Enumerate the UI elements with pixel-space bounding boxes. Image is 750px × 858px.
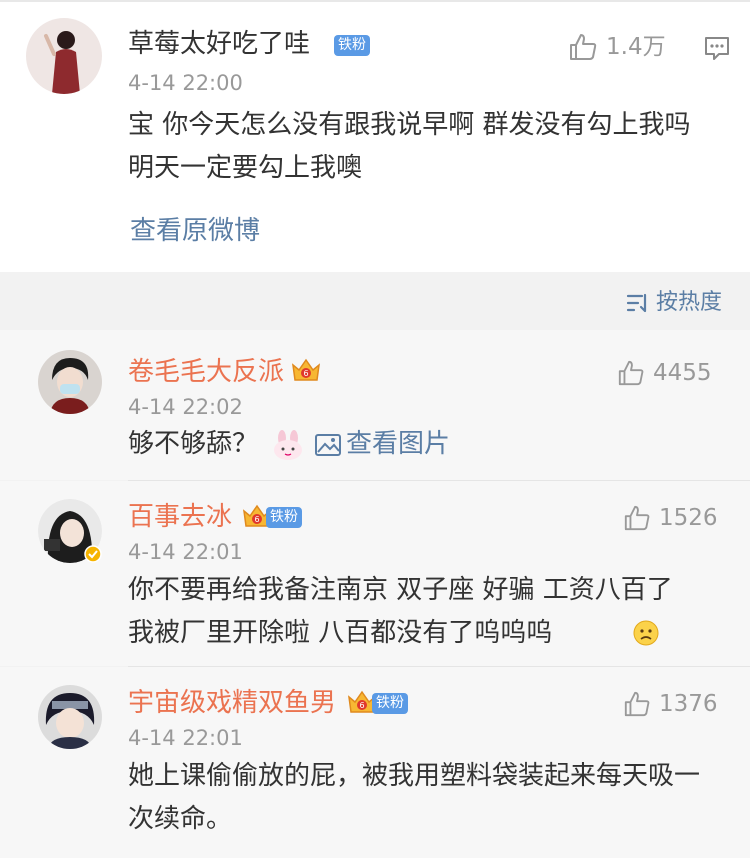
post-like-button[interactable]: 1.4万 — [568, 32, 666, 62]
comment-text: 够不够舔？ — [128, 429, 259, 459]
comment-like-button[interactable]: 1376 — [623, 689, 718, 719]
sort-by-hot[interactable]: 按热度 — [626, 288, 722, 318]
post-author-name[interactable]: 草莓太好吃了哇 — [128, 28, 310, 60]
commenter-avatar[interactable] — [38, 685, 102, 749]
thumbs-up-icon — [618, 360, 644, 386]
post-time: 4-14 22:00 — [128, 71, 243, 95]
fan-badge: 铁粉 — [372, 693, 408, 714]
comment-item: 卷毛毛大反派 6 4455 4-14 22:02 够不够舔？ 查看图片 — [0, 330, 750, 480]
comment-item: 百事去冰 6 铁粉 1526 4-14 22:01 你不要再给我备注南京 双子座… — [0, 481, 750, 666]
commenter-avatar[interactable] — [38, 350, 102, 414]
svg-text:6: 6 — [359, 701, 364, 710]
post-text: 宝 你今天怎么没有跟我说早啊 群发没有勾上我吗 明天一定要勾上我噢 — [128, 110, 691, 183]
comment-like-count: 1526 — [659, 505, 718, 531]
comment-like-button[interactable]: 4455 — [617, 358, 712, 388]
fan-badge: 铁粉 — [334, 35, 370, 56]
bunny-emoji-icon — [274, 430, 302, 460]
view-image-link[interactable]: 查看图片 — [346, 427, 450, 461]
view-original-link[interactable]: 查看原微博 — [130, 214, 260, 248]
post-like-count: 1.4万 — [606, 34, 666, 60]
thumbs-up-icon — [570, 34, 597, 60]
comment-like-button[interactable]: 1526 — [623, 503, 718, 533]
comment-icon[interactable] — [703, 34, 731, 66]
fan-badge: 铁粉 — [266, 507, 302, 528]
commenter-name[interactable]: 卷毛毛大反派 — [128, 356, 284, 388]
svg-text:6: 6 — [254, 515, 259, 524]
commenter-name[interactable]: 宇宙级戏精双鱼男 — [128, 687, 336, 719]
comment-text: 你不要再给我备注南京 双子座 好骗 工资八百了 我被厂里开除啦 八百都没有了呜呜… — [128, 575, 673, 648]
comment-like-count: 1376 — [659, 691, 718, 717]
image-icon[interactable] — [314, 432, 342, 458]
sad-emoji-icon — [633, 620, 659, 646]
svg-text:6: 6 — [303, 369, 308, 378]
comment-item: 宇宙级戏精双鱼男 6 铁粉 1376 4-14 22:01 她上课偷偷放的屁，被… — [0, 667, 750, 858]
sort-label: 按热度 — [655, 290, 722, 315]
vip-crown-icon: 6 — [292, 358, 320, 381]
verified-icon — [84, 545, 102, 563]
thumbs-up-icon — [624, 505, 650, 531]
comment-text: 她上课偷偷放的屁，被我用塑料袋装起来每天吸一次续命。 — [128, 761, 701, 834]
comment-like-count: 4455 — [653, 360, 712, 386]
sort-icon — [626, 293, 647, 313]
thumbs-up-icon — [624, 691, 650, 717]
top-divider — [0, 0, 750, 2]
comment-time: 4-14 22:02 — [128, 395, 243, 419]
comment-time: 4-14 22:01 — [128, 540, 243, 564]
commenter-name[interactable]: 百事去冰 — [128, 501, 232, 533]
post-author-avatar[interactable] — [26, 18, 102, 94]
commenter-avatar[interactable] — [38, 499, 102, 563]
original-post: 草莓太好吃了哇 铁粉 4-14 22:00 1.4万 宝 你今天怎么没有跟我说早… — [0, 0, 750, 272]
comment-time: 4-14 22:01 — [128, 726, 243, 750]
